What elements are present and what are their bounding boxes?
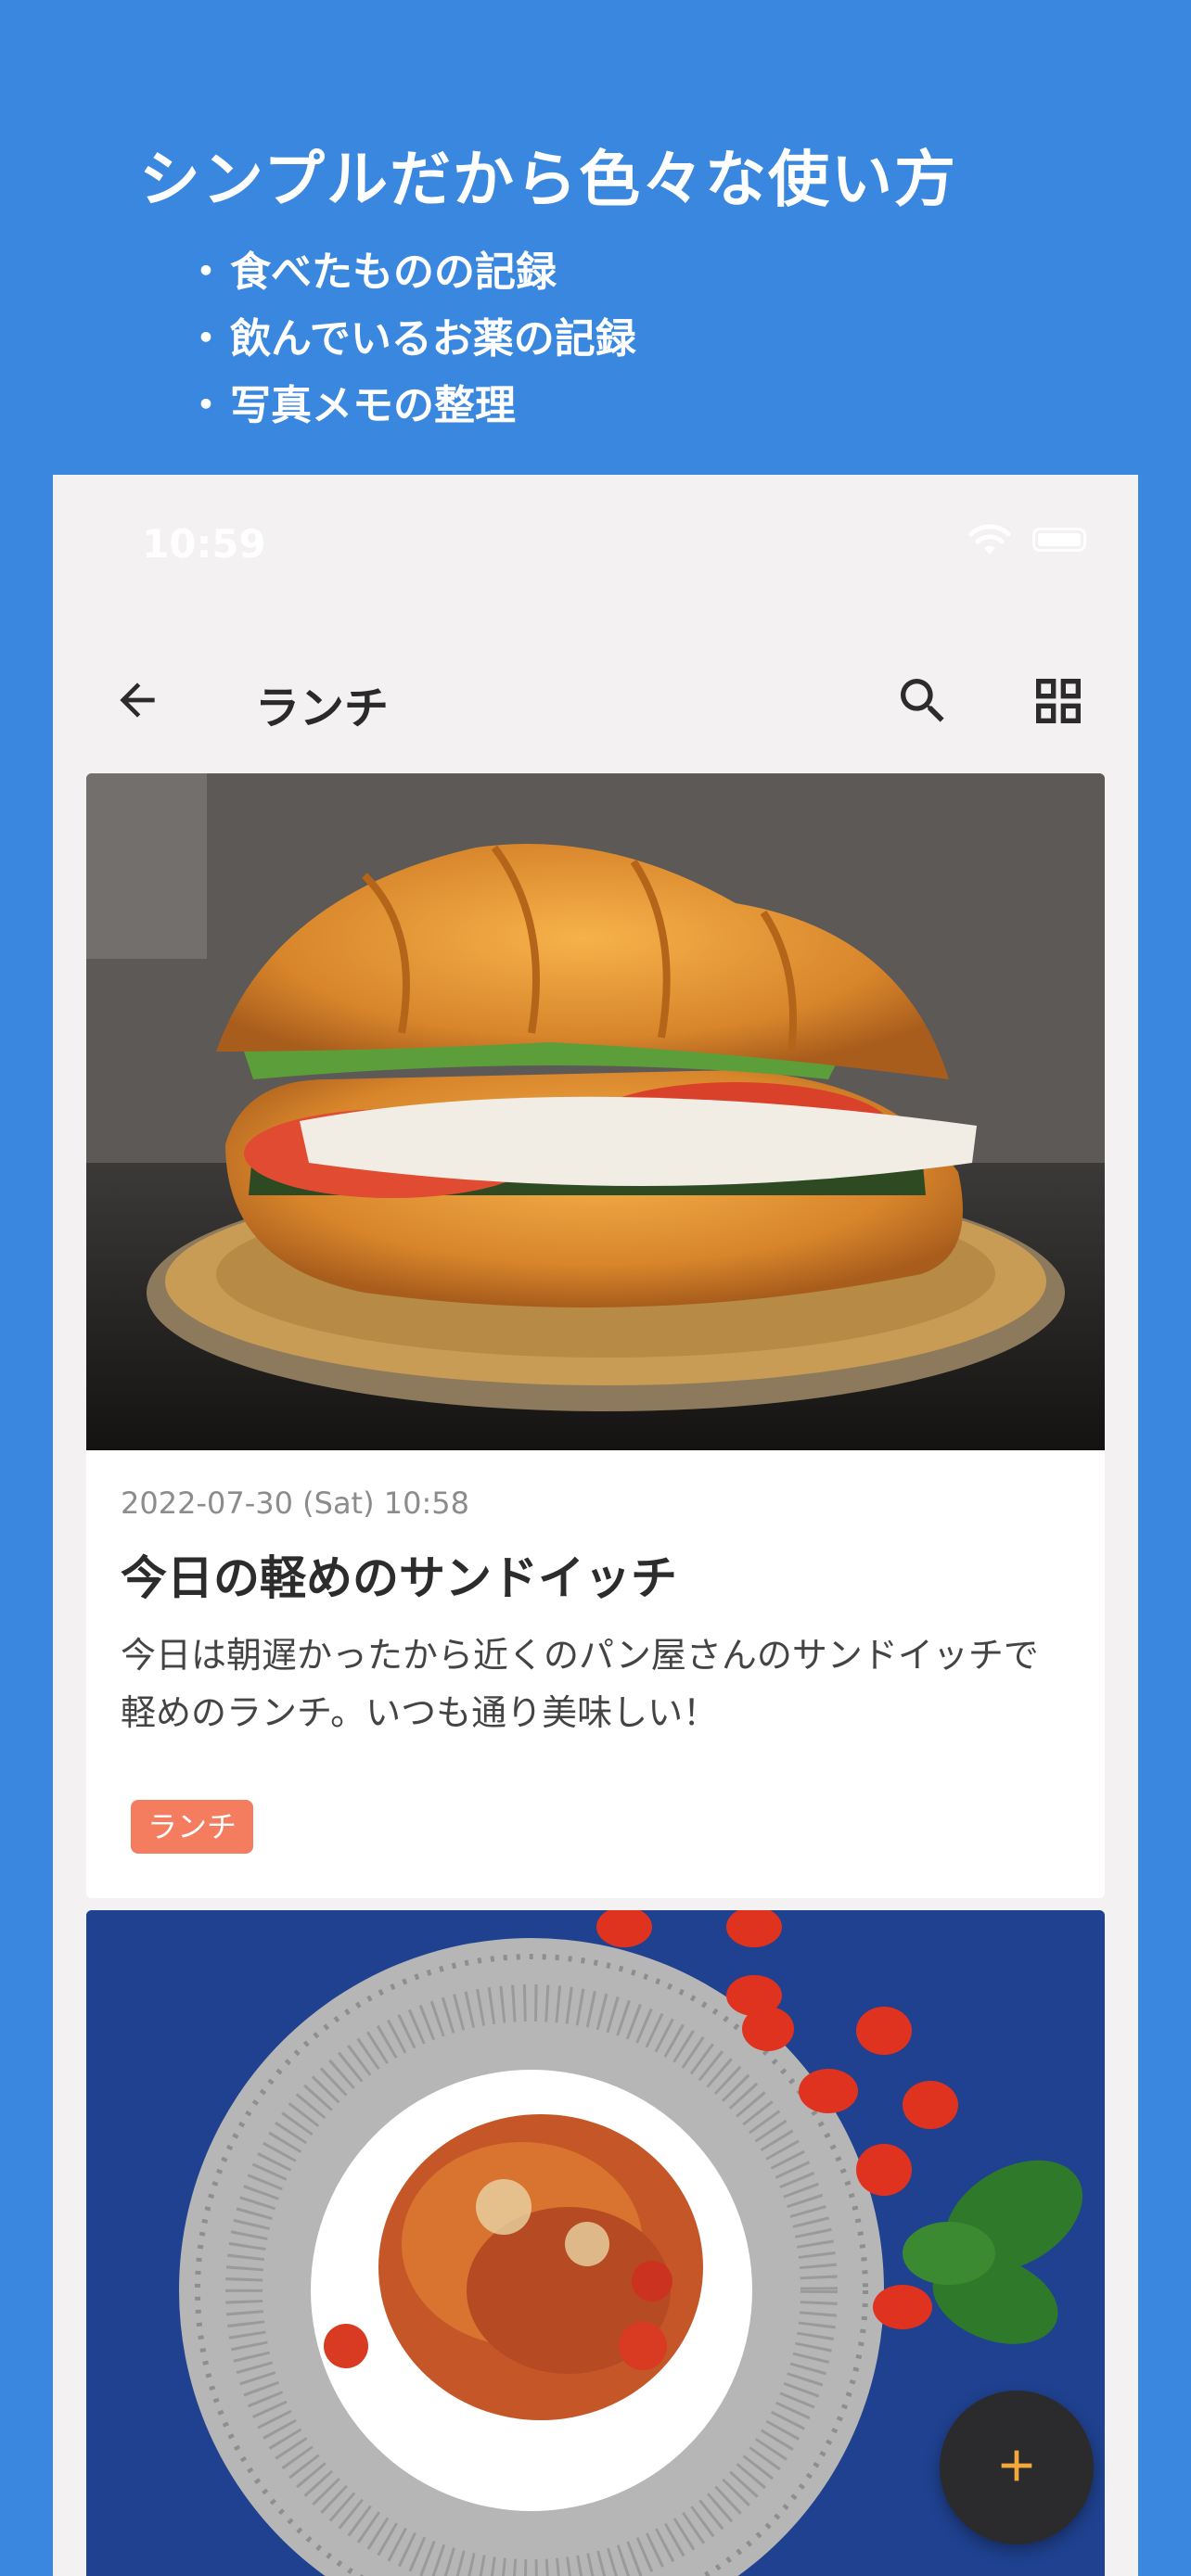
plus-icon [991, 2440, 1043, 2495]
promo-header: シンプルだから色々な使い方 食べたものの記録 飲んでいるお薬の記録 写真メモの整… [0, 0, 1191, 475]
status-icons [967, 523, 1086, 556]
search-button[interactable] [888, 668, 958, 738]
wifi-icon [967, 523, 1012, 556]
status-bar: 10:59 [53, 475, 1138, 605]
add-post-button[interactable] [940, 2391, 1094, 2544]
arrow-left-icon [111, 674, 163, 730]
grid-view-icon [1029, 671, 1088, 734]
post-card[interactable]: 2022-07-30 (Sat) 10:58 今日の軽めのサンドイッチ 今日は朝… [86, 773, 1105, 1898]
page-title: ランチ [255, 682, 390, 734]
post-body: 今日は朝遅かったから近くのパン屋さんのサンドイッチで軽めのランチ。いつも通り美味… [121, 1635, 1039, 1733]
post-photo-sandwich [86, 773, 1105, 1450]
view-toggle-button[interactable] [1023, 668, 1094, 738]
phone-screen: 10:59 ランチ 2022-07-30 (Sat) 10:58 今日の軽めのサ… [53, 475, 1138, 2576]
post-title: 今日の軽めのサンドイッチ [121, 1551, 677, 1605]
promo-title: シンプルだから色々な使い方 [139, 144, 958, 215]
search-icon [893, 671, 953, 734]
app-bar: ランチ [53, 623, 1138, 772]
back-button[interactable] [105, 670, 170, 734]
post-date: 2022-07-30 (Sat) 10:58 [121, 1486, 469, 1521]
promo-feature-item: 食べたものの記録 [186, 239, 636, 306]
status-time: 10:59 [142, 521, 266, 567]
post-tag[interactable]: ランチ [131, 1800, 254, 1854]
promo-feature-item: 飲んでいるお薬の記録 [186, 306, 636, 373]
battery-icon [1032, 528, 1086, 552]
promo-feature-list: 食べたものの記録 飲んでいるお薬の記録 写真メモの整理 [186, 239, 636, 440]
promo-feature-item: 写真メモの整理 [186, 373, 636, 440]
